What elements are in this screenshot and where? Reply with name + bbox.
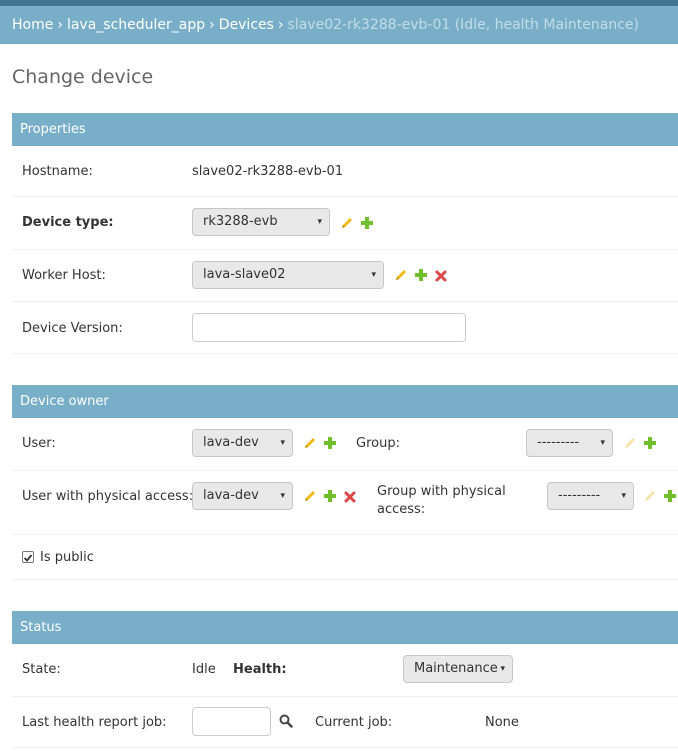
chevron-down-icon: ▾ (280, 438, 285, 448)
delete-icon[interactable] (343, 490, 357, 504)
physical-user-selected: lava-dev (203, 488, 259, 503)
row-divider (12, 301, 678, 302)
chevron-down-icon: ▾ (371, 270, 376, 280)
plus-icon[interactable] (323, 436, 337, 450)
hostname-value: slave02-rk3288-evb-01 (192, 164, 344, 179)
health-label: Health: (233, 662, 287, 677)
row-divider (12, 353, 678, 354)
user-label: User: (22, 436, 56, 451)
health-selected: Maintenance (414, 661, 498, 676)
plus-icon[interactable] (323, 489, 337, 503)
user-select[interactable]: lava-dev ▾ (192, 429, 293, 457)
physical-group-select[interactable]: --------- ▾ (547, 482, 634, 510)
plus-icon[interactable] (360, 216, 374, 230)
physical-user-label: User with physical access: (22, 489, 194, 504)
breadcrumb-current: slave02-rk3288-evb-01 (Idle, health Main… (287, 17, 639, 33)
current-job-label: Current job: (315, 715, 393, 730)
pencil-icon (643, 489, 657, 503)
state-value: Idle (192, 662, 216, 677)
pencil-icon[interactable] (340, 216, 354, 230)
health-select[interactable]: Maintenance ▾ (403, 655, 513, 683)
plus-icon[interactable] (414, 268, 428, 282)
chevron-down-icon: ▾ (621, 491, 626, 501)
search-icon[interactable] (279, 714, 293, 728)
user-selected: lava-dev (203, 435, 259, 450)
chevron-down-icon: ▾ (317, 217, 322, 227)
chevron-down-icon: ▾ (280, 491, 285, 501)
row-divider (12, 747, 678, 748)
physical-group-label-line1: Group with physical (377, 484, 506, 499)
chevron-down-icon: ▾ (600, 438, 605, 448)
plus-icon[interactable] (663, 489, 677, 503)
device-type-selected: rk3288-evb (203, 214, 278, 229)
last-health-job-label: Last health report job: (22, 715, 167, 730)
pencil-icon[interactable] (303, 436, 317, 450)
delete-icon[interactable] (434, 269, 448, 283)
pencil-icon[interactable] (303, 489, 317, 503)
worker-host-selected: lava-slave02 (203, 267, 286, 282)
status-header: Status (12, 611, 678, 644)
breadcrumb-separator: › (57, 17, 63, 33)
plus-icon[interactable] (643, 436, 657, 450)
current-job-value: None (485, 715, 519, 730)
last-health-job-input[interactable] (192, 707, 271, 736)
device-type-select[interactable]: rk3288-evb ▾ (192, 208, 330, 236)
row-divider (12, 470, 678, 471)
physical-user-select[interactable]: lava-dev ▾ (192, 482, 293, 510)
hostname-label: Hostname: (22, 164, 93, 179)
state-label: State: (22, 662, 61, 677)
breadcrumb: Home › lava_scheduler_app › Devices › slave02-… (0, 6, 678, 44)
is-public-checkbox[interactable] (22, 551, 34, 563)
pencil-icon (623, 436, 637, 450)
worker-host-select[interactable]: lava-slave02 ▾ (192, 261, 384, 289)
device-version-label: Device Version: (22, 321, 123, 336)
device-type-label: Device type: (22, 215, 114, 230)
checkmark-icon (23, 554, 33, 562)
breadcrumb-home-link[interactable]: Home (12, 17, 53, 33)
page-title: Change device (12, 66, 154, 88)
row-divider (12, 196, 678, 197)
row-divider (12, 534, 678, 535)
chevron-down-icon: ▾ (500, 664, 505, 674)
row-divider (12, 696, 678, 697)
is-public-label: Is public (40, 550, 94, 565)
row-divider (12, 579, 678, 580)
group-label: Group: (356, 436, 400, 451)
physical-group-selected: --------- (558, 488, 601, 503)
group-selected: --------- (537, 435, 580, 450)
breadcrumb-separator: › (209, 17, 215, 33)
physical-group-label-line2: access: (377, 502, 426, 517)
pencil-icon[interactable] (394, 268, 408, 282)
breadcrumb-app-link[interactable]: lava_scheduler_app (67, 17, 205, 33)
group-select[interactable]: --------- ▾ (526, 429, 613, 457)
device-owner-header: Device owner (12, 385, 678, 418)
breadcrumb-separator: › (277, 17, 284, 33)
worker-host-label: Worker Host: (22, 268, 106, 283)
properties-header: Properties (12, 113, 678, 146)
breadcrumb-devices-link[interactable]: Devices (219, 17, 274, 33)
device-version-input[interactable] (192, 313, 466, 342)
row-divider (12, 249, 678, 250)
